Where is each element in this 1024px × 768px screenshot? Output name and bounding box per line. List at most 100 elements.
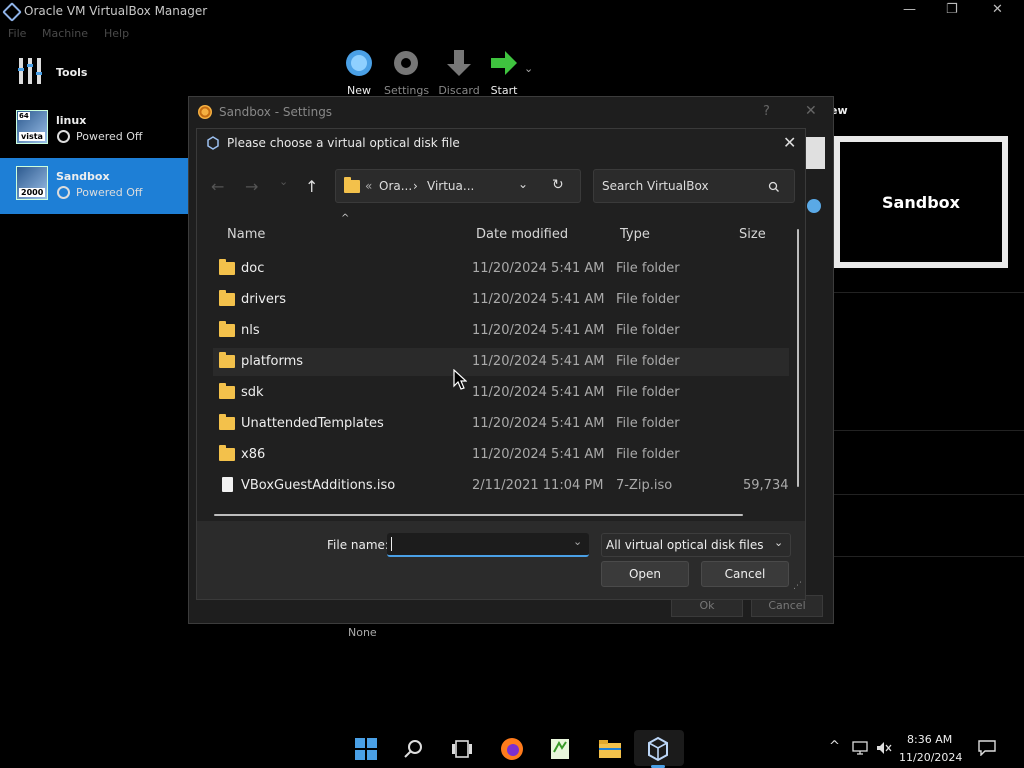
file-date: 11/20/2024 5:41 AM <box>472 261 605 276</box>
file-dialog-close-button[interactable]: ✕ <box>783 133 796 152</box>
maximize-button[interactable]: ❐ <box>946 2 958 17</box>
file-name: VBoxGuestAdditions.iso <box>241 478 396 493</box>
folder-icon <box>344 177 360 193</box>
search-icon[interactable] <box>401 736 427 762</box>
file-type-select[interactable]: All virtual optical disk files (*.dr ⌄ <box>601 533 791 557</box>
file-name: doc <box>241 261 265 276</box>
vertical-scrollbar[interactable] <box>797 229 799 487</box>
up-button[interactable]: ↑ <box>305 177 318 196</box>
notifications-icon[interactable] <box>978 740 996 756</box>
settings-title: Sandbox - Settings <box>219 105 333 119</box>
close-button[interactable]: ✕ <box>992 2 1003 17</box>
os-linux-icon: 64 vista <box>16 110 48 144</box>
network-icon[interactable] <box>852 741 868 755</box>
volume-muted-icon[interactable] <box>876 741 892 755</box>
divider <box>834 556 1024 557</box>
open-button[interactable]: Open <box>601 561 689 587</box>
discard-button[interactable]: Discard <box>437 48 481 97</box>
refresh-icon[interactable]: ↻ <box>552 177 564 193</box>
folder-icon <box>219 352 235 368</box>
folder-icon <box>219 414 235 430</box>
address-bar[interactable]: « Ora... › Virtua... ⌄ ↻ <box>335 169 581 203</box>
table-row[interactable]: nls 11/20/2024 5:41 AM File folder <box>213 317 789 345</box>
vm-list-sidebar: Tools 64 vista linux Powered Off 2000 Sa… <box>0 44 188 768</box>
notepad-plus-icon[interactable] <box>547 736 573 762</box>
task-view-icon[interactable] <box>449 736 475 762</box>
sidebar-tools[interactable]: Tools <box>0 44 188 100</box>
table-row[interactable]: VBoxGuestAdditions.iso 2/11/2021 11:04 P… <box>213 472 789 500</box>
windows-start-icon[interactable] <box>353 736 379 762</box>
vm-name: Sandbox <box>56 170 110 183</box>
divider <box>834 430 1024 431</box>
address-dropdown-icon[interactable]: ⌄ <box>518 177 528 191</box>
clock-time[interactable]: 8:36 AM <box>907 733 952 746</box>
menu-machine[interactable]: Machine <box>42 27 88 40</box>
breadcrumb-oracle[interactable]: Ora... <box>379 179 412 193</box>
resize-grip-icon[interactable]: ⋰ <box>793 581 802 591</box>
folder-icon <box>219 445 235 461</box>
table-row[interactable]: x86 11/20/2024 5:41 AM File folder <box>213 441 789 469</box>
vm-name: linux <box>56 114 87 127</box>
column-size[interactable]: Size <box>739 227 766 242</box>
column-date-modified[interactable]: Date modified <box>476 227 568 242</box>
file-name: x86 <box>241 447 266 462</box>
file-icon <box>222 477 233 492</box>
text-caret <box>391 537 392 551</box>
file-name: nls <box>241 323 260 338</box>
file-explorer-icon[interactable] <box>597 736 623 762</box>
file-name-dropdown-icon[interactable]: ⌄ <box>573 535 582 548</box>
vm-preview: Sandbox <box>834 136 1008 268</box>
firefox-icon[interactable] <box>499 736 525 762</box>
os-windows-2000-icon: 2000 <box>16 166 48 200</box>
back-button[interactable]: ← <box>211 177 224 196</box>
column-type[interactable]: Type <box>620 227 650 242</box>
recent-locations-button[interactable]: ⌄ <box>279 175 288 188</box>
tray-chevron-icon[interactable]: ^ <box>829 739 840 754</box>
virtualbox-logo-icon <box>2 2 22 22</box>
search-input[interactable]: Search VirtualBox <box>602 179 709 193</box>
file-name-label: File name: <box>327 538 389 552</box>
new-star-icon <box>346 50 372 76</box>
file-name: platforms <box>241 354 304 369</box>
menu-file[interactable]: File <box>8 27 26 40</box>
table-row[interactable]: drivers 11/20/2024 5:41 AM File folder <box>213 286 789 314</box>
search-box[interactable]: Search VirtualBox <box>593 169 795 203</box>
window-title: Oracle VM VirtualBox Manager <box>24 4 208 18</box>
file-dialog-footer: File name: ⌄ All virtual optical disk fi… <box>197 521 805 599</box>
powered-off-icon <box>57 130 70 143</box>
settings-help-button[interactable]: ? <box>763 104 770 119</box>
breadcrumb-separator: › <box>413 179 418 193</box>
settings-button[interactable]: Settings <box>384 48 429 97</box>
file-date: 11/20/2024 5:41 AM <box>472 385 605 400</box>
forward-button[interactable]: → <box>245 177 258 196</box>
table-row[interactable]: UnattendedTemplates 11/20/2024 5:41 AM F… <box>213 410 789 438</box>
minimize-button[interactable]: — <box>903 2 916 17</box>
start-dropdown-icon[interactable]: ⌄ <box>524 62 533 75</box>
cancel-button[interactable]: Cancel <box>701 561 789 587</box>
settings-gear-icon <box>198 105 212 119</box>
vm-item-sandbox[interactable]: 2000 Sandbox Powered Off <box>0 158 188 214</box>
file-name: UnattendedTemplates <box>241 416 384 431</box>
start-button[interactable]: Start <box>482 48 526 97</box>
settings-close-button[interactable]: ✕ <box>805 103 817 119</box>
virtualbox-taskbar-icon[interactable] <box>645 736 671 762</box>
horizontal-scrollbar[interactable] <box>214 514 743 516</box>
file-type: 7-Zip.iso <box>616 478 673 493</box>
menu-help[interactable]: Help <box>104 27 129 40</box>
search-icon <box>768 181 779 192</box>
vm-item-linux[interactable]: 64 vista linux Powered Off <box>0 102 188 158</box>
file-type-value: All virtual optical disk files (*.dr <box>606 538 766 552</box>
table-row[interactable]: doc 11/20/2024 5:41 AM File folder <box>213 255 789 283</box>
new-button[interactable]: New <box>337 48 381 97</box>
folder-icon <box>219 321 235 337</box>
os-badge-version: vista <box>19 132 45 141</box>
file-name-input[interactable]: ⌄ <box>387 533 589 557</box>
breadcrumb-virtualbox[interactable]: Virtua... <box>427 179 474 193</box>
address-overflow[interactable]: « <box>365 179 372 193</box>
table-row[interactable]: sdk 11/20/2024 5:41 AM File folder <box>213 379 789 407</box>
column-name[interactable]: Name <box>227 227 265 242</box>
vm-state: Powered Off <box>76 130 143 143</box>
os-badge-version: 2000 <box>19 188 46 197</box>
table-row[interactable]: platforms 11/20/2024 5:41 AM File folder <box>213 348 789 376</box>
clock-date[interactable]: 11/20/2024 <box>899 751 962 764</box>
